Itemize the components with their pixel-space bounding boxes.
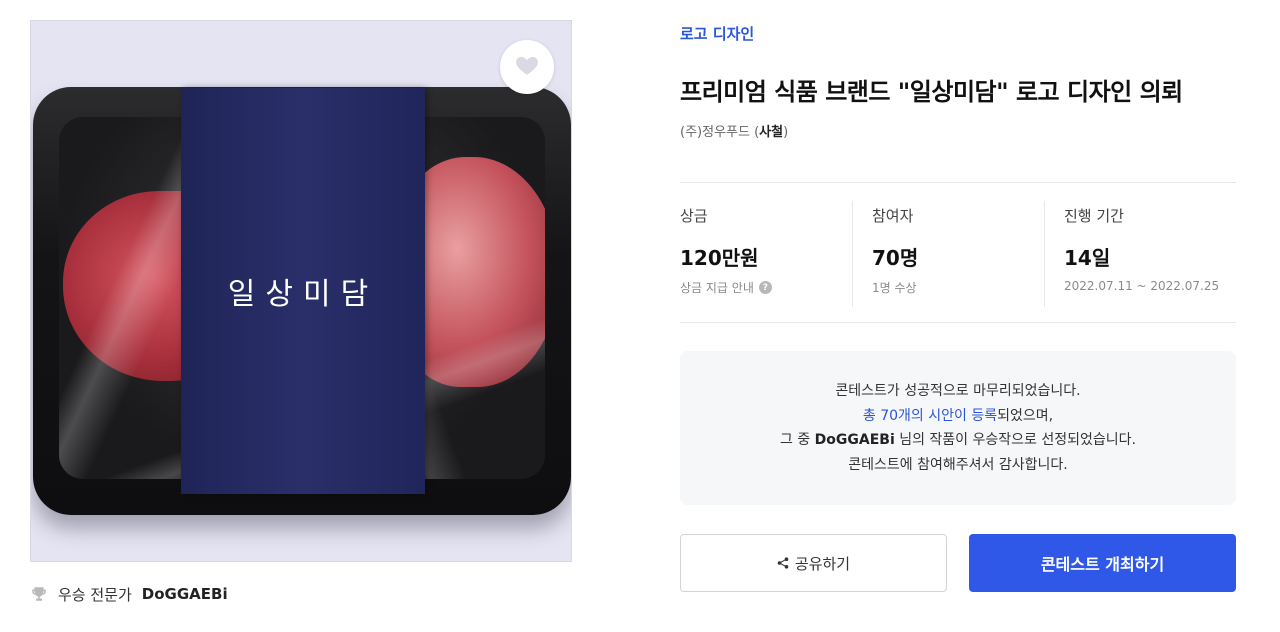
trophy-icon [30,585,48,603]
stat-period: 진행 기간 14일 2022.07.11 ~ 2022.07.25 [1044,201,1236,307]
question-icon[interactable]: ? [758,281,772,294]
share-icon [777,557,789,569]
participants-label: 참여자 [872,207,914,225]
notice-line-3: 그 중 DoGGAEBi 님의 작품이 우승작으로 선정되었습니다. [780,432,1136,448]
entries-link[interactable]: 총 70개의 시안이 등록 [863,408,997,424]
company-name: (주)정우푸드 [680,125,750,140]
winner-name[interactable]: DoGGAEBi [142,585,228,603]
prize-label: 상금 [680,207,708,225]
notice-winner-name: DoGGAEBi [814,432,895,448]
package-band: 일상미담 [181,88,425,494]
contest-thumbnail: 일상미담 [30,20,572,562]
heart-icon [514,52,540,82]
host-contest-button[interactable]: 콘테스트 개최하기 [969,534,1236,592]
stat-participants: 참여자 70명 1명 수상 [852,201,1044,307]
stat-prize: 상금 120만원 상금 지급 안내 ? [680,183,852,322]
winner-info: 우승 전문가 DoGGAEBi [30,583,228,605]
notice-line-1: 콘테스트가 성공적으로 마무리되었습니다. [835,383,1081,399]
contest-category[interactable]: 로고 디자인 [680,23,754,44]
notice-line-4: 콘테스트에 참여해주셔서 감사합니다. [848,456,1068,473]
share-button[interactable]: 공유하기 [680,534,947,592]
prize-guide-link[interactable]: 상금 지급 안내 ? [680,279,852,296]
period-value: 14일 [1064,246,1111,270]
prize-guide-text: 상금 지급 안내 [680,281,754,295]
brand-logo-text: 일상미담 [227,277,379,312]
company-badge: 사철 [759,125,784,140]
notice-line-2: 총 70개의 시안이 등록되었으며, [862,407,1054,424]
favorite-button[interactable] [500,40,554,94]
contest-result-notice: 콘테스트가 성공적으로 마무리되었습니다. 총 70개의 시안이 등록되었으며,… [680,351,1236,505]
company-info: (주)정우푸드 (사철) [680,125,789,140]
winner-label: 우승 전문가 [58,585,132,604]
period-dates: 2022.07.11 ~ 2022.07.25 [1064,279,1220,293]
period-label: 진행 기간 [1064,207,1124,225]
prize-value: 120만원 [680,246,759,270]
contest-title: 프리미엄 식품 브랜드 "일상미담" 로고 디자인 의뢰 [680,78,1183,106]
participants-value: 70명 [872,246,919,270]
contest-stats: 상금 120만원 상금 지급 안내 ? 참여자 70명 1명 수상 진행 기간 … [680,182,1236,323]
share-label: 공유하기 [794,554,851,573]
winners-count: 1명 수상 [872,281,917,295]
